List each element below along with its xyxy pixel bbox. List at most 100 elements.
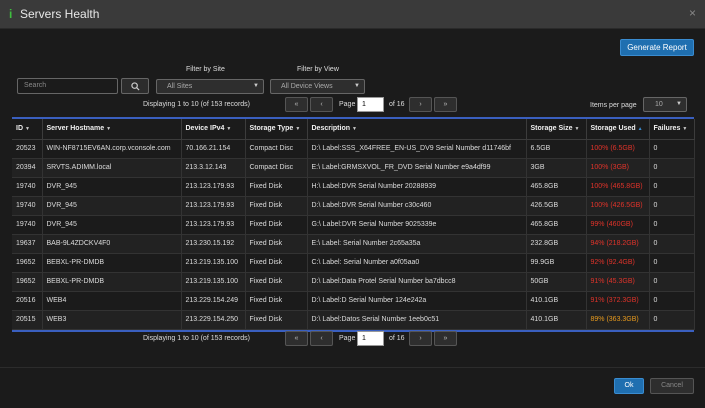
cell-storage-used: 91% (372.3GB) (586, 291, 650, 311)
site-filter-label: Filter by Site (186, 66, 225, 73)
cell-ipv4: 213.219.135.100 (181, 253, 246, 273)
table-row[interactable]: 19740 DVR_945 213.123.179.93 Fixed Disk D:\ … (12, 196, 695, 216)
table-row[interactable]: 19740 DVR_945 213.123.179.93 Fixed Disk G:\ … (12, 215, 695, 235)
cell-ipv4: 213.229.154.249 (181, 291, 246, 311)
cell-id: 20394 (12, 158, 43, 178)
servers-table: ID ▼ Server Hostname ▼ Device IPv4 ▼ Storag… (12, 117, 695, 332)
cell-failures: 0 (649, 253, 695, 273)
items-per-page-value: 10 (655, 101, 663, 108)
cell-description: H:\ Label:DVR Serial Number 20288939 (307, 177, 527, 197)
sort-asc-icon: ▲ (637, 126, 643, 133)
site-filter-select[interactable]: All Sites ▼ (156, 79, 264, 94)
cell-id: 20516 (12, 291, 43, 311)
column-header-ipv4[interactable]: Device IPv4 ▼ (181, 119, 246, 140)
table-row[interactable]: 19652 BEBXL-PR-DMDB 213.219.135.100 Fixed D… (12, 272, 695, 292)
table-row[interactable]: 20394 SRVTS.ADIMM.local 213.3.12.143 Compac… (12, 158, 695, 178)
cell-id: 19637 (12, 234, 43, 254)
cell-storage-used: 100% (3GB) (586, 158, 650, 178)
page-count-label: of 16 (389, 335, 405, 342)
column-header-description[interactable]: Description ▼ (307, 119, 527, 140)
cancel-button[interactable]: Cancel (650, 378, 694, 394)
prev-page-button[interactable]: ‹ (310, 331, 333, 346)
records-info-top: Displaying 1 to 10 (of 153 records) (143, 101, 250, 108)
view-filter-select[interactable]: All Device Views ▼ (270, 79, 365, 94)
cell-storage-type: Fixed Disk (245, 196, 308, 216)
sort-icon: ▼ (25, 126, 30, 133)
cell-id: 19740 (12, 177, 43, 197)
footer-divider (0, 367, 705, 368)
table-row[interactable]: 20523 WIN-NF8715EV6AN.corp.vconsole.com 70… (12, 139, 695, 159)
items-per-page-label: Items per page (590, 102, 637, 109)
ok-button[interactable]: Ok (614, 378, 644, 394)
table-row[interactable]: 19652 BEBXL-PR-DMDB 213.219.135.100 Fixed D… (12, 253, 695, 273)
cell-hostname: WEB4 (42, 291, 182, 311)
column-header-failures[interactable]: Failures ▼ (649, 119, 695, 140)
sort-icon: ▼ (682, 126, 688, 133)
records-info-bottom: Displaying 1 to 10 (of 153 records) (143, 335, 250, 342)
cell-storage-type: Fixed Disk (245, 310, 308, 330)
cell-hostname: BEBXL-PR-DMDB (42, 272, 182, 292)
cell-storage-size: 465.8GB (526, 215, 587, 235)
search-icon (131, 82, 140, 91)
search-button[interactable] (121, 78, 149, 94)
cell-description: D:\ Label:SSS_X64FREE_EN-US_DV9 Serial N… (307, 139, 527, 159)
cell-failures: 0 (649, 234, 695, 254)
cell-description: D:\ Label:Data Protel Serial Number ba7d… (307, 272, 527, 292)
first-page-button[interactable]: « (285, 331, 308, 346)
cell-storage-size: 3GB (526, 158, 587, 178)
cell-storage-used: 89% (363.3GB) (586, 310, 650, 330)
info-icon: i (9, 7, 13, 21)
cell-storage-type: Fixed Disk (245, 291, 308, 311)
cell-failures: 0 (649, 139, 695, 159)
cell-storage-used: 92% (92.4GB) (586, 253, 650, 273)
view-filter-label: Filter by View (297, 66, 339, 73)
generate-report-button[interactable]: Generate Report (620, 39, 694, 56)
next-page-button[interactable]: › (409, 331, 432, 346)
view-filter-value: All Device Views (281, 83, 333, 90)
cell-description: D:\ Label:Datos Serial Number 1eeb0c51 (307, 310, 527, 330)
cell-storage-size: 410.1GB (526, 291, 587, 311)
cell-storage-used: 100% (465.8GB) (586, 177, 650, 197)
prev-page-button[interactable]: ‹ (310, 97, 333, 112)
cell-failures: 0 (649, 215, 695, 235)
cell-storage-size: 99.9GB (526, 253, 587, 273)
first-page-button[interactable]: « (285, 97, 308, 112)
cell-failures: 0 (649, 177, 695, 197)
column-header-storage-type[interactable]: Storage Type ▼ (245, 119, 308, 140)
last-page-button[interactable]: » (434, 97, 457, 112)
cell-failures: 0 (649, 291, 695, 311)
table-row[interactable]: 19637 BAB-9L4ZDCKV4F0 213.230.15.192 Fixed … (12, 234, 695, 254)
cell-description: D:\ Label:D Serial Number 124e242a (307, 291, 527, 311)
cell-failures: 0 (649, 310, 695, 330)
column-header-id[interactable]: ID ▼ (12, 119, 43, 140)
cell-id: 19740 (12, 196, 43, 216)
page-number-input[interactable]: 1 (357, 97, 384, 112)
last-page-button[interactable]: » (434, 331, 457, 346)
cell-id: 19652 (12, 253, 43, 273)
page-number-input[interactable]: 1 (357, 331, 384, 346)
cell-storage-type: Fixed Disk (245, 177, 308, 197)
search-input[interactable]: Search (17, 78, 118, 94)
page-count-label: of 16 (389, 101, 405, 108)
close-icon[interactable]: × (689, 6, 696, 20)
site-filter-value: All Sites (167, 83, 193, 90)
column-header-storage-size[interactable]: Storage Size ▼ (526, 119, 587, 140)
table-row[interactable]: 20516 WEB4 213.229.154.249 Fixed Disk D:\ La… (12, 291, 695, 311)
chevron-down-icon: ▼ (676, 101, 682, 107)
column-header-storage-used[interactable]: Storage Used ▲ (586, 119, 650, 140)
window-title: Servers Health (20, 7, 100, 21)
cell-hostname: WIN-NF8715EV6AN.corp.vconsole.com (42, 139, 182, 159)
table-row[interactable]: 20515 WEB3 213.229.154.250 Fixed Disk D:\ La… (12, 310, 695, 330)
page-label: Page (339, 101, 356, 108)
column-header-hostname[interactable]: Server Hostname ▼ (42, 119, 182, 140)
next-page-button[interactable]: › (409, 97, 432, 112)
items-per-page-select[interactable]: 10 ▼ (643, 97, 687, 112)
table-row[interactable]: 19740 DVR_945 213.123.179.93 Fixed Disk H:\ … (12, 177, 695, 197)
page-label: Page (339, 335, 356, 342)
chevron-down-icon: ▼ (253, 83, 259, 89)
cell-hostname: BAB-9L4ZDCKV4F0 (42, 234, 182, 254)
sort-icon: ▼ (574, 126, 580, 133)
cell-storage-used: 91% (45.3GB) (586, 272, 650, 292)
sort-icon: ▼ (295, 126, 301, 133)
cell-storage-used: 99% (460GB) (586, 215, 650, 235)
